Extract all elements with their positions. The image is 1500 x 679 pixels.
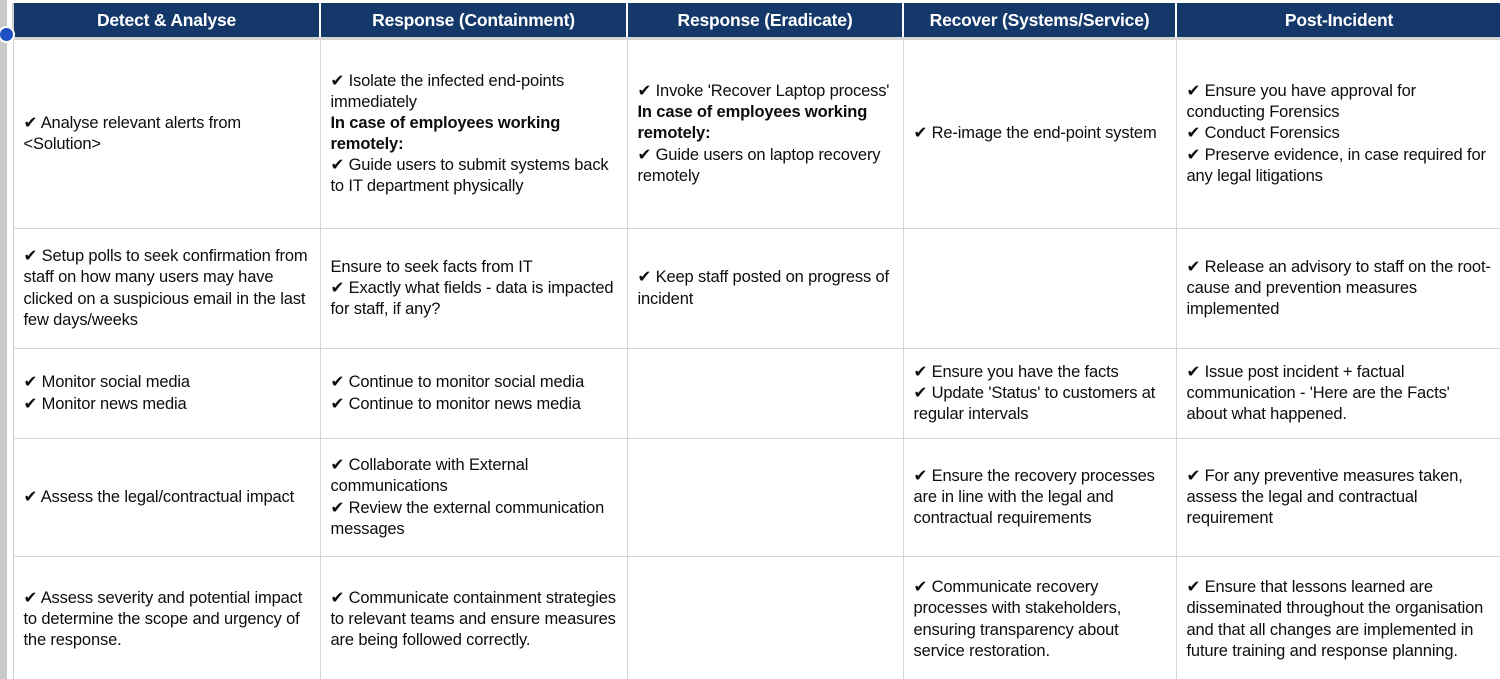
cell-detect[interactable]: ✔ Monitor social media ✔ Monitor news med… bbox=[12, 348, 321, 439]
cell-content: ✔ Setup polls to seek confirmation from … bbox=[24, 246, 311, 330]
checklist-item: ✔ Exactly what fields - data is impacted… bbox=[330, 278, 614, 319]
checklist-item: ✔ Setup polls to seek confirmation from … bbox=[23, 247, 308, 329]
cell-post[interactable]: ✔ Release an advisory to staff on the ro… bbox=[1175, 228, 1500, 349]
table-row: ✔ Analyse relevant alerts from <Solution… bbox=[12, 38, 1500, 229]
checklist-item: Ensure to seek facts from IT bbox=[330, 257, 533, 276]
cell-subheading: In case of employees working remotely: bbox=[637, 103, 868, 143]
cell-content: ✔ Re-image the end-point system bbox=[914, 123, 1167, 144]
checklist-item: ✔ Collaborate with External communicatio… bbox=[330, 456, 529, 496]
checklist-item: ✔ Ensure you have approval for conductin… bbox=[1186, 82, 1417, 122]
checklist-item: ✔ Isolate the infected end-points immedi… bbox=[330, 71, 565, 111]
cell-post[interactable]: ✔ Issue post incident + factual communic… bbox=[1175, 348, 1500, 439]
cell-content: ✔ Ensure the recovery processes are in l… bbox=[914, 466, 1167, 529]
column-header-detect[interactable]: Detect & Analyse bbox=[12, 0, 321, 40]
cell-detect[interactable]: ✔ Assess the legal/contractual impact bbox=[12, 438, 321, 557]
checklist-item: ✔ Continue to monitor news media bbox=[330, 394, 581, 413]
cell-post[interactable]: ✔ Ensure that lessons learned are dissem… bbox=[1175, 556, 1500, 679]
cell-content: ✔ Release an advisory to staff on the ro… bbox=[1187, 257, 1493, 320]
checklist-item: ✔ Continue to monitor social media bbox=[330, 373, 585, 392]
column-header-eradicate[interactable]: Response (Eradicate) bbox=[626, 0, 904, 40]
cell-contain[interactable]: ✔ Communicate containment strategies to … bbox=[319, 556, 628, 679]
cell-content: ✔ Communicate recovery processes with st… bbox=[914, 577, 1167, 661]
checklist-item: ✔ Assess the legal/contractual impact bbox=[23, 487, 295, 506]
checklist-item: ✔ Communicate recovery processes with st… bbox=[913, 578, 1122, 660]
checklist-item: ✔ Ensure that lessons learned are dissem… bbox=[1186, 578, 1484, 660]
cell-content: ✔ Analyse relevant alerts from <Solution… bbox=[24, 113, 311, 155]
checklist-item: ✔ Assess severity and potential impact t… bbox=[23, 588, 303, 650]
checklist-item: ✔ Update 'Status' to customers at regula… bbox=[913, 383, 1156, 424]
cell-recover[interactable]: ✔ Re-image the end-point system bbox=[902, 38, 1177, 229]
cell-content: ✔ Assess the legal/contractual impact bbox=[24, 487, 311, 508]
header-row: Detect & Analyse Response (Containment) Re… bbox=[12, 0, 1500, 40]
cell-content: ✔ Isolate the infected end-points immedi… bbox=[331, 71, 618, 198]
cell-eradicate[interactable] bbox=[626, 438, 904, 557]
table-row: ✔ Assess severity and potential impact t… bbox=[12, 556, 1500, 679]
cell-post[interactable]: ✔ For any preventive measures taken, ass… bbox=[1175, 438, 1500, 557]
cell-post[interactable]: ✔ Ensure you have approval for conductin… bbox=[1175, 38, 1500, 229]
cell-eradicate[interactable] bbox=[626, 556, 904, 679]
table-header: Detect & Analyse Response (Containment) Re… bbox=[12, 0, 1500, 40]
checklist-item: ✔ Preserve evidence, in case required fo… bbox=[1186, 145, 1486, 185]
checklist-item: ✔ Conduct Forensics bbox=[1186, 124, 1340, 143]
table-row: ✔ Monitor social media ✔ Monitor news med… bbox=[12, 348, 1500, 439]
cell-contain[interactable]: ✔ Isolate the infected end-points immedi… bbox=[319, 38, 628, 229]
cell-content: ✔ Collaborate with External communicatio… bbox=[331, 455, 618, 539]
cell-content: ✔ For any preventive measures taken, ass… bbox=[1187, 466, 1493, 529]
cell-content: ✔ Ensure you have approval for conductin… bbox=[1187, 81, 1493, 187]
spreadsheet-canvas: Detect & Analyse Response (Containment) Re… bbox=[0, 0, 1500, 679]
cell-detect[interactable]: ✔ Setup polls to seek confirmation from … bbox=[12, 228, 321, 349]
checklist-item: ✔ Monitor news media bbox=[23, 394, 187, 413]
checklist-item: ✔ Review the external communication mess… bbox=[330, 498, 605, 538]
cell-content: ✔ Monitor social media ✔ Monitor news med… bbox=[24, 372, 311, 414]
cell-content: ✔ Keep staff posted on progress of incid… bbox=[638, 267, 894, 309]
cell-eradicate[interactable]: ✔ Keep staff posted on progress of incid… bbox=[626, 228, 904, 349]
cell-content: ✔ Ensure you have the facts ✔ Update 'Sta… bbox=[914, 362, 1167, 425]
cell-detect[interactable]: ✔ Analyse relevant alerts from <Solution… bbox=[12, 38, 321, 229]
cell-recover[interactable] bbox=[902, 228, 1177, 349]
checklist-item: ✔ Guide users to submit systems back to … bbox=[330, 156, 609, 196]
sheet-left-margin-inner bbox=[7, 0, 12, 679]
checklist-item: ✔ Communicate containment strategies to … bbox=[330, 588, 617, 650]
cell-content: ✔ Invoke 'Recover Laptop process' In case… bbox=[638, 81, 894, 187]
table-body: ✔ Analyse relevant alerts from <Solution… bbox=[12, 38, 1500, 679]
cell-content: ✔ Communicate containment strategies to … bbox=[331, 588, 618, 651]
cell-content: Ensure to seek facts from IT ✔ Exactly wh… bbox=[331, 257, 618, 320]
incident-response-table: Detect & Analyse Response (Containment) Re… bbox=[12, 0, 1500, 679]
column-header-post[interactable]: Post-Incident bbox=[1175, 0, 1500, 40]
column-header-contain[interactable]: Response (Containment) bbox=[319, 0, 628, 40]
checklist-item: ✔ Guide users on laptop recovery remotel… bbox=[637, 145, 881, 185]
cell-contain[interactable]: ✔ Collaborate with External communicatio… bbox=[319, 438, 628, 557]
cell-contain[interactable]: ✔ Continue to monitor social media ✔ Cont… bbox=[319, 348, 628, 439]
cell-detect[interactable]: ✔ Assess severity and potential impact t… bbox=[12, 556, 321, 679]
cell-eradicate[interactable]: ✔ Invoke 'Recover Laptop process' In case… bbox=[626, 38, 904, 229]
checklist-item: ✔ Invoke 'Recover Laptop process' bbox=[637, 82, 890, 101]
checklist-item: ✔ Ensure the recovery processes are in l… bbox=[913, 466, 1155, 528]
cell-recover[interactable]: ✔ Ensure you have the facts ✔ Update 'Sta… bbox=[902, 348, 1177, 439]
checklist-item: ✔ Re-image the end-point system bbox=[913, 124, 1157, 143]
cell-recover[interactable]: ✔ Communicate recovery processes with st… bbox=[902, 556, 1177, 679]
table-row: ✔ Assess the legal/contractual impact ✔ C… bbox=[12, 438, 1500, 557]
cell-eradicate[interactable] bbox=[626, 348, 904, 439]
cell-subheading: In case of employees working remotely: bbox=[330, 113, 561, 153]
checklist-item: ✔ Monitor social media bbox=[23, 373, 191, 392]
cell-content: ✔ Assess severity and potential impact t… bbox=[24, 588, 311, 651]
checklist-item: ✔ Ensure you have the facts bbox=[913, 362, 1119, 381]
checklist-item: ✔ Release an advisory to staff on the ro… bbox=[1186, 257, 1491, 319]
checklist-item: ✔ For any preventive measures taken, ass… bbox=[1186, 466, 1463, 528]
checklist-item: ✔ Analyse relevant alerts from <Solution… bbox=[23, 113, 242, 153]
cell-content: ✔ Issue post incident + factual communic… bbox=[1187, 362, 1493, 425]
checklist-item: ✔ Issue post incident + factual communic… bbox=[1186, 362, 1450, 424]
cell-content: ✔ Continue to monitor social media ✔ Cont… bbox=[331, 372, 618, 414]
cell-content: ✔ Ensure that lessons learned are dissem… bbox=[1187, 577, 1493, 661]
table-row: ✔ Setup polls to seek confirmation from … bbox=[12, 228, 1500, 349]
column-header-recover[interactable]: Recover (Systems/Service) bbox=[902, 0, 1177, 40]
checklist-item: ✔ Keep staff posted on progress of incid… bbox=[637, 268, 890, 308]
cell-contain[interactable]: Ensure to seek facts from IT ✔ Exactly wh… bbox=[319, 228, 628, 349]
cell-recover[interactable]: ✔ Ensure the recovery processes are in l… bbox=[902, 438, 1177, 557]
